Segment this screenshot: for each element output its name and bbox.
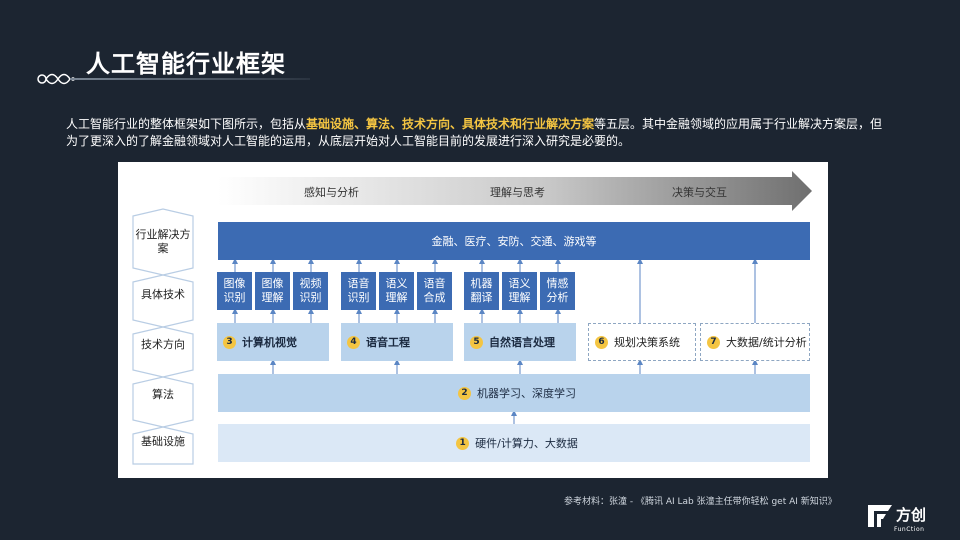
- number-badge: 7: [707, 335, 720, 349]
- cell-speech-synthesis: 语音 合成: [417, 272, 452, 310]
- cell-speech-recognition: 语音 识别: [341, 272, 376, 310]
- logo-text: 方创: [896, 506, 927, 524]
- cell-image-understanding: 图像 理解: [255, 272, 290, 310]
- cell-semantic-understanding: 语义 理解: [379, 272, 414, 310]
- number-badge: 5: [470, 335, 483, 349]
- tech-big-data-stats: 7 大数据/统计分析: [700, 323, 810, 361]
- cell-text: 语义 理解: [508, 277, 531, 304]
- cell-text: 图像 理解: [261, 277, 284, 304]
- cell-text: 机器 翻译: [470, 277, 493, 304]
- tech-speech-engineering: 4 语音工程: [341, 323, 453, 361]
- number-badge: 6: [595, 335, 608, 349]
- tech-label: 规划决策系统: [614, 336, 680, 349]
- number-badge: 4: [347, 335, 360, 349]
- reference-note: 参考材料：张潼 - 《腾讯 AI Lab 张潼主任带你轻松 get AI 新知识…: [564, 497, 837, 507]
- tech-computer-vision: 3 计算机视觉: [217, 323, 329, 361]
- industry-solutions-bar: 金融、医疗、安防、交通、游戏等: [218, 222, 810, 260]
- cell-text: 图像 识别: [223, 277, 246, 304]
- infrastructure-bar: 1 硬件/计算力、大数据: [218, 424, 810, 462]
- cell-text: 语音 合成: [423, 277, 446, 304]
- tech-planning-decision: 6 规划决策系统: [588, 323, 696, 361]
- number-badge: 1: [456, 436, 470, 450]
- tech-label: 自然语言处理: [489, 336, 555, 349]
- tech-label: 语音工程: [366, 336, 410, 349]
- cell-text: 语音 识别: [347, 277, 370, 304]
- number-badge: 2: [458, 386, 471, 400]
- cell-image-recognition: 图像 识别: [217, 272, 252, 310]
- cell-text: 视频 识别: [299, 277, 322, 304]
- tech-label: 大数据/统计分析: [726, 336, 807, 349]
- tech-label: 计算机视觉: [242, 336, 297, 349]
- tech-nlp: 5 自然语言处理: [464, 323, 576, 361]
- algorithm-label: 机器学习、深度学习: [477, 387, 576, 400]
- cell-machine-translation: 机器 翻译: [464, 272, 499, 310]
- cell-sentiment-analysis: 情感 分析: [540, 272, 575, 310]
- number-badge: 3: [223, 335, 236, 349]
- logo-subtext: FunCtion: [894, 526, 925, 533]
- function-logo-icon: [868, 505, 892, 527]
- cell-video-recognition: 视频 识别: [293, 272, 328, 310]
- algorithm-bar: 2 机器学习、深度学习: [218, 374, 810, 412]
- cell-text: 语义 理解: [385, 277, 408, 304]
- cell-semantic-understanding-2: 语义 理解: [502, 272, 537, 310]
- cell-text: 情感 分析: [546, 277, 569, 304]
- infrastructure-label: 硬件/计算力、大数据: [475, 437, 578, 450]
